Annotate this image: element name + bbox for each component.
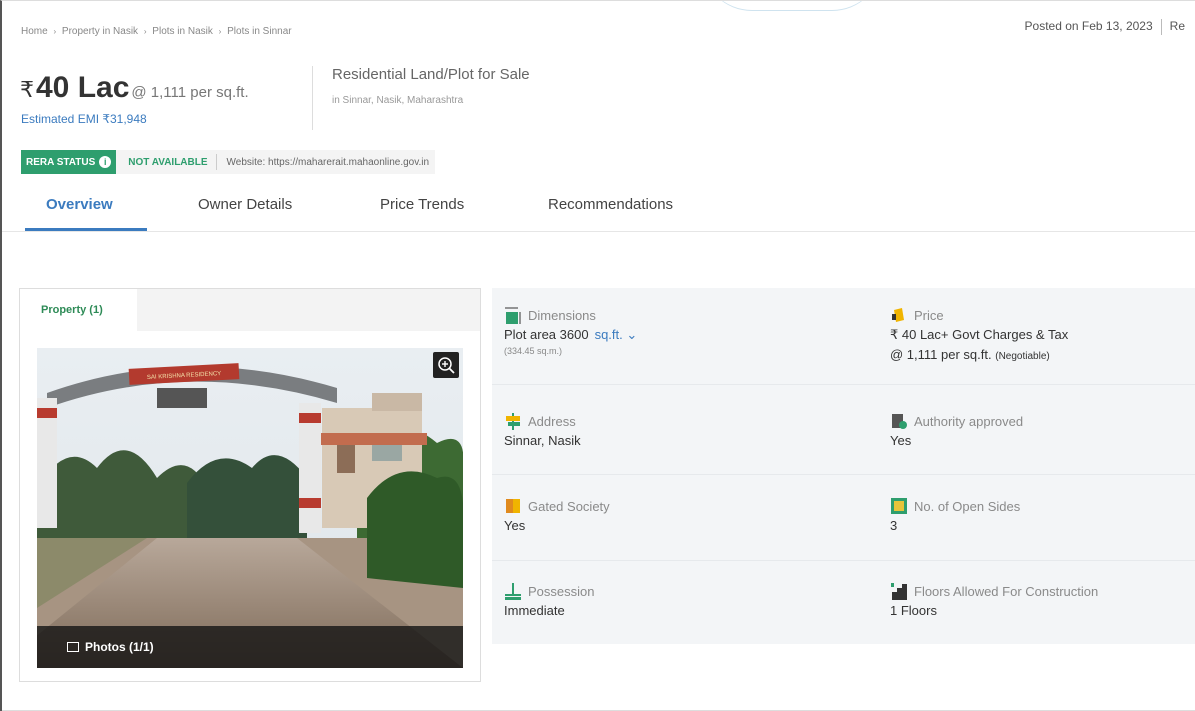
photo-icon	[67, 642, 79, 652]
listing-page: Home › Property in Nasik › Plots in Nasi…	[0, 0, 1195, 711]
gated-label: Gated Society	[528, 498, 610, 514]
tab-overview[interactable]: Overview	[46, 187, 113, 222]
photos-count-bar[interactable]: Photos (1/1)	[37, 626, 463, 668]
zoom-in-icon[interactable]	[433, 352, 459, 378]
photos-count-label: Photos (1/1)	[85, 640, 154, 654]
info-icon[interactable]: i	[99, 156, 112, 168]
detail-label: Floors Allowed For Construction	[890, 582, 1195, 600]
property-type: Residential Land/Plot for Sale	[332, 66, 530, 83]
tab-bar-divider	[2, 231, 1195, 232]
tab-owner-details[interactable]: Owner Details	[198, 187, 292, 222]
authority-value: Yes	[890, 433, 912, 448]
detail-value: Plot area 3600 sq.ft. ⌄	[504, 327, 844, 343]
breadcrumb-separator: ›	[53, 27, 57, 36]
property-details-panel: Dimensions Plot area 3600 sq.ft. ⌄ (334.4…	[492, 288, 1195, 644]
detail-label: Dimensions	[504, 306, 844, 324]
price-per-sqft: @ 1,111 per sq.ft.	[890, 347, 992, 362]
row-divider	[492, 474, 1195, 475]
detail-label: Possession	[504, 582, 844, 600]
property-location: in Sinnar, Nasik, Maharashtra	[332, 95, 464, 106]
detail-dimensions: Dimensions Plot area 3600 sq.ft. ⌄ (334.4…	[504, 306, 844, 356]
rera-status-badge: RERA STATUS i	[21, 150, 117, 174]
price-rate: @ 1,111 per sq.ft.	[131, 84, 249, 101]
detail-label: No. of Open Sides	[890, 497, 1195, 515]
open-sides-label: No. of Open Sides	[914, 498, 1021, 514]
price-amount: 40 Lac	[36, 71, 130, 104]
tab-recommendations[interactable]: Recommendations	[548, 187, 673, 222]
address-label: Address	[528, 413, 576, 429]
floors-value: 1 Floors	[890, 603, 937, 618]
approved-document-icon	[890, 412, 908, 430]
signpost-icon	[504, 412, 522, 430]
gallery-tab-property[interactable]: Property (1)	[20, 289, 137, 331]
row-divider	[492, 384, 1195, 385]
chevron-down-icon: ⌄	[626, 327, 638, 342]
gated-value: Yes	[504, 518, 526, 533]
price-label: Price	[914, 307, 944, 323]
price-value: ₹ 40 Lac+ Govt Charges & Tax	[890, 327, 1069, 342]
possession-label: Possession	[528, 583, 595, 599]
posted-date: Posted on Feb 13, 2023	[1024, 19, 1153, 34]
possession-value: Immediate	[504, 603, 565, 618]
breadcrumb-property-in-nasik[interactable]: Property in Nasik	[62, 26, 138, 37]
open-sides-icon	[890, 497, 908, 515]
dimensions-sub: (334.45 sq.m.)	[504, 346, 563, 356]
gated-society-icon	[504, 497, 522, 515]
rera-website: Website: https://maharerait.mahaonline.g…	[226, 156, 430, 168]
divider	[1160, 19, 1162, 35]
area-unit-label: sq.ft.	[594, 327, 623, 342]
photo-gallery-card: Property (1) SAI KRISHNA RESIDENCY Photo…	[19, 288, 481, 682]
breadcrumb-separator: ›	[218, 27, 222, 36]
rera-status-bar: RERA STATUS i NOT AVAILABLE Website: http…	[21, 150, 436, 174]
property-photo-image: SAI KRISHNA RESIDENCY	[37, 348, 463, 668]
price-negotiable: (Negotiable)	[995, 351, 1050, 362]
decorative-arc	[702, 1, 882, 11]
breadcrumb-plots-in-nasik[interactable]: Plots in Nasik	[152, 26, 213, 37]
dimensions-label: Dimensions	[528, 307, 596, 323]
detail-floors-allowed: Floors Allowed For Construction 1 Floors	[890, 582, 1195, 618]
posted-date-bar: Posted on Feb 13, 2023 Re	[1025, 19, 1185, 35]
floors-icon	[890, 582, 908, 600]
open-sides-value: 3	[890, 518, 898, 533]
authority-label: Authority approved	[914, 413, 1024, 429]
detail-possession: Possession Immediate	[504, 582, 844, 618]
price-block: ₹40 Lac @ 1,111 per sq.ft.	[20, 71, 249, 105]
row-divider	[492, 560, 1195, 561]
detail-label: Address	[504, 412, 844, 430]
estimated-emi-link[interactable]: Estimated EMI ₹31,948	[21, 112, 147, 126]
detail-gated-society: Gated Society Yes	[504, 497, 844, 534]
detail-address: Address Sinnar, Nasik	[504, 412, 844, 448]
breadcrumb-plots-in-sinnar[interactable]: Plots in Sinnar	[227, 26, 291, 37]
detail-label: Authority approved	[890, 412, 1195, 430]
posted-trailing-link[interactable]: Re	[1170, 19, 1185, 33]
breadcrumb: Home › Property in Nasik › Plots in Nasi…	[21, 26, 292, 37]
detail-price: Price ₹ 40 Lac+ Govt Charges & Tax @ 1,1…	[890, 306, 1195, 363]
dimensions-value: Plot area 3600	[504, 327, 589, 342]
possession-icon	[504, 582, 522, 600]
header-divider	[312, 66, 313, 130]
property-photo[interactable]: SAI KRISHNA RESIDENCY Photos (1/1)	[37, 348, 463, 668]
rera-status-value: NOT AVAILABLE	[128, 156, 208, 168]
price-tag-icon	[890, 306, 908, 324]
rupee-symbol: ₹	[20, 77, 34, 102]
price-amount-wrapper: ₹40 Lac	[20, 71, 129, 105]
address-value: Sinnar, Nasik	[504, 433, 581, 448]
detail-open-sides: No. of Open Sides 3	[890, 497, 1195, 533]
breadcrumb-home[interactable]: Home	[21, 26, 48, 37]
detail-label: Gated Society	[504, 497, 844, 515]
dimensions-icon	[504, 306, 522, 324]
area-unit-select[interactable]: sq.ft. ⌄	[595, 327, 638, 342]
rera-badge-label: RERA STATUS	[26, 156, 96, 168]
detail-authority-approved: Authority approved Yes	[890, 412, 1195, 449]
price-rate-line: @ 1,111 per sq.ft. (Negotiable)	[890, 347, 1195, 362]
floors-label: Floors Allowed For Construction	[914, 583, 1099, 599]
detail-label: Price	[890, 306, 1195, 324]
breadcrumb-separator: ›	[143, 27, 147, 36]
tab-price-trends[interactable]: Price Trends	[380, 187, 464, 222]
